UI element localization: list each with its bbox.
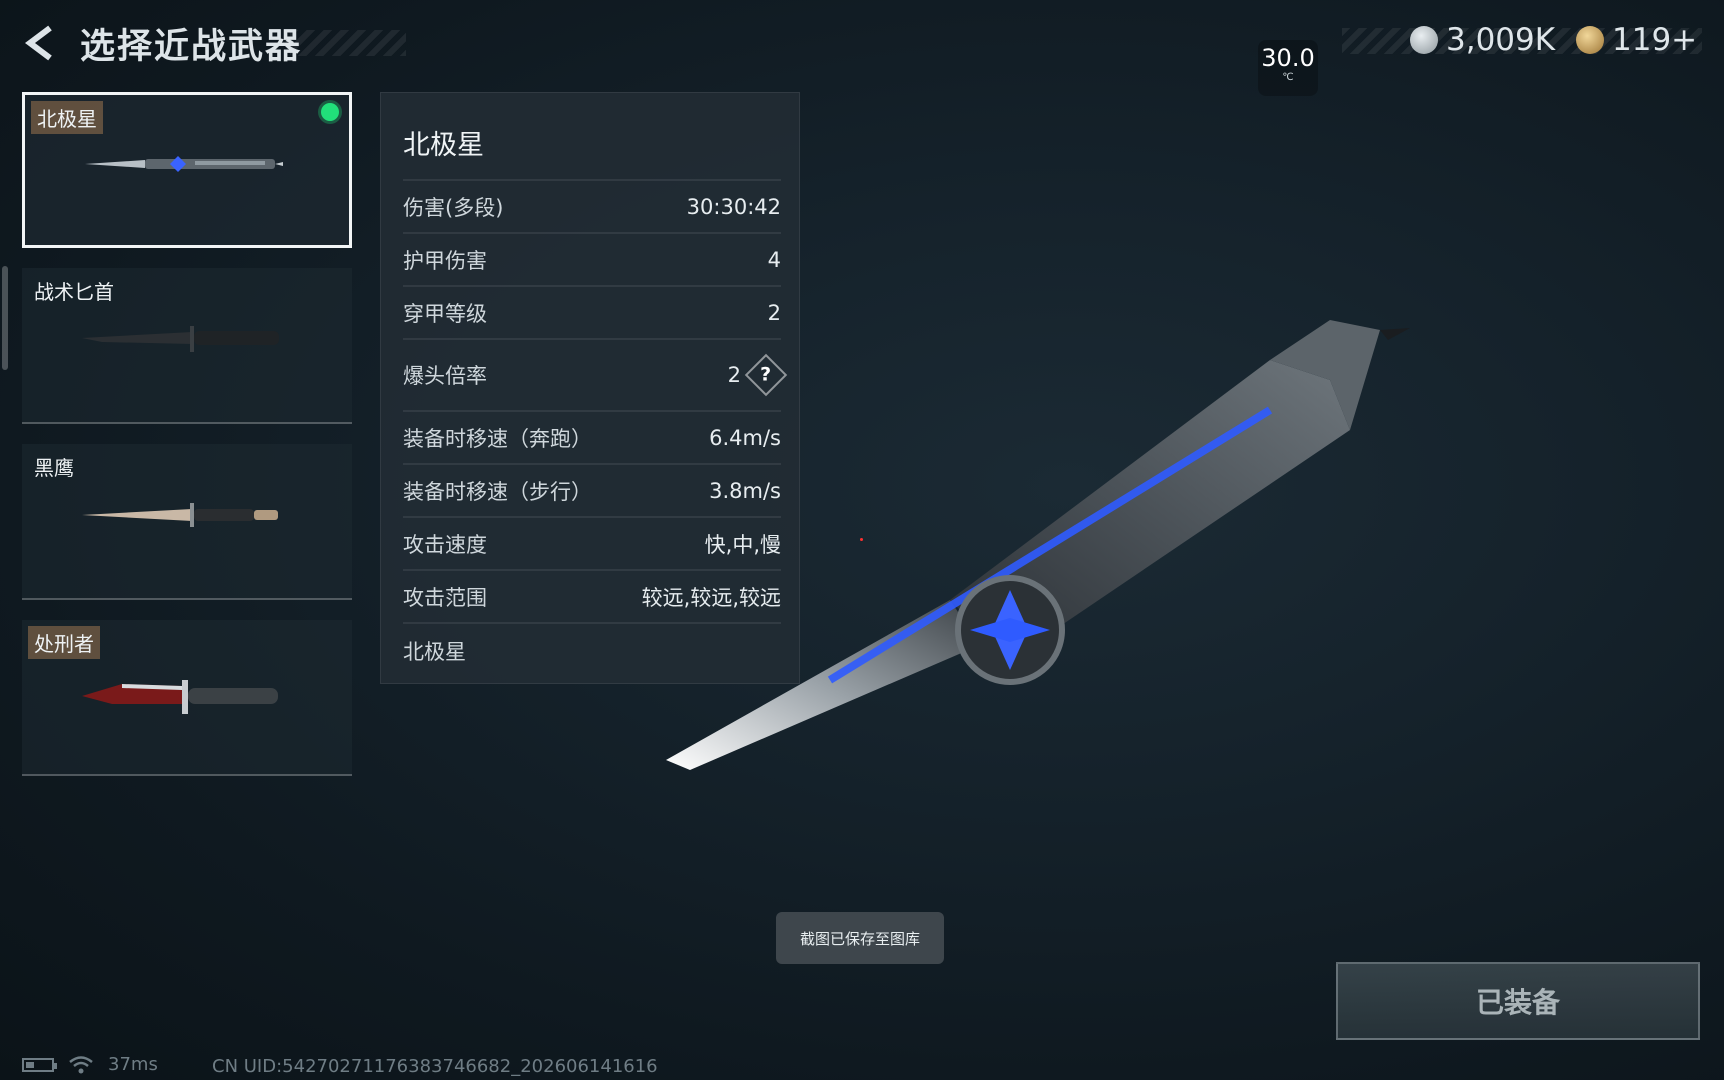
gold-amount: 119+ (1612, 22, 1698, 58)
stat-label: 伤害(多段) (403, 195, 504, 220)
black-hawk-knife-icon (82, 503, 278, 527)
weapon-card-black-hawk[interactable]: 黑鹰 (22, 444, 352, 600)
weapon-name: 北极星 (31, 101, 103, 134)
user-uid: CN UID:542702711763837466​82_20260614161… (212, 1056, 658, 1077)
silver-amount: 3,009K (1446, 22, 1556, 58)
stat-label: 护甲伤害 (403, 248, 487, 273)
temperature-value: 30.0 (1261, 44, 1315, 72)
wifi-icon (69, 1055, 93, 1073)
gold-coin-icon (1576, 26, 1604, 54)
weapon-card-tactical-dagger[interactable]: 战术匕首 (22, 268, 352, 424)
weapon-title: 北极星 (403, 130, 484, 161)
stat-value: 4 (767, 247, 781, 272)
temperature-readout: 30.0 ℃ (1258, 40, 1318, 96)
stat-value: 30:30:42 (686, 194, 781, 219)
stat-label: 爆头倍率 (403, 364, 487, 388)
back-button[interactable] (20, 22, 62, 64)
list-scrollbar[interactable] (2, 266, 8, 370)
stat-row-armor-damage: 护甲伤害 4 (403, 232, 781, 285)
page-title: 选择近战武器 (80, 27, 303, 67)
polaris-knife-render (666, 320, 1410, 770)
back-arrow-icon (25, 25, 52, 61)
silver-currency[interactable]: 3,009K (1410, 22, 1555, 58)
weapon-list: 北极星 战术匕首 黑鹰 处刑者 (22, 92, 352, 796)
polaris-knife-icon (85, 156, 283, 172)
silver-coin-icon (1410, 26, 1438, 54)
status-bar: 37ms (22, 1054, 158, 1075)
stat-label: 装备时移速（奔跑） (403, 426, 592, 451)
gold-currency[interactable]: 119+ (1576, 22, 1697, 58)
weapon-name: 黑鹰 (34, 456, 74, 480)
ping-value: 37ms (108, 1054, 158, 1075)
weapon-footer-name: 北极星 (403, 640, 466, 664)
header-stripe (290, 30, 406, 56)
executioner-knife-icon (82, 680, 278, 714)
weapon-card-executioner[interactable]: 处刑者 (22, 620, 352, 776)
equipped-indicator-icon (321, 103, 339, 121)
weapon-name: 战术匕首 (34, 280, 114, 304)
crosshair-dot (860, 538, 863, 541)
stat-label: 装备时移速（步行） (403, 479, 592, 504)
stat-label: 攻击速度 (403, 532, 487, 557)
stat-label: 穿甲等级 (403, 301, 487, 326)
temperature-unit: ℃ (1282, 72, 1294, 83)
battery-icon (22, 1057, 57, 1072)
stat-row-damage: 伤害(多段) 30:30:42 (403, 179, 781, 232)
screenshot-saved-toast: 截图已保存至图库 (776, 912, 944, 964)
weapon-card-polaris[interactable]: 北极星 (22, 92, 352, 248)
weapon-name: 处刑者 (28, 626, 100, 659)
tactical-dagger-icon (82, 326, 279, 352)
equipped-button[interactable]: 已装备 (1336, 962, 1700, 1040)
stat-label: 攻击范围 (403, 585, 487, 610)
